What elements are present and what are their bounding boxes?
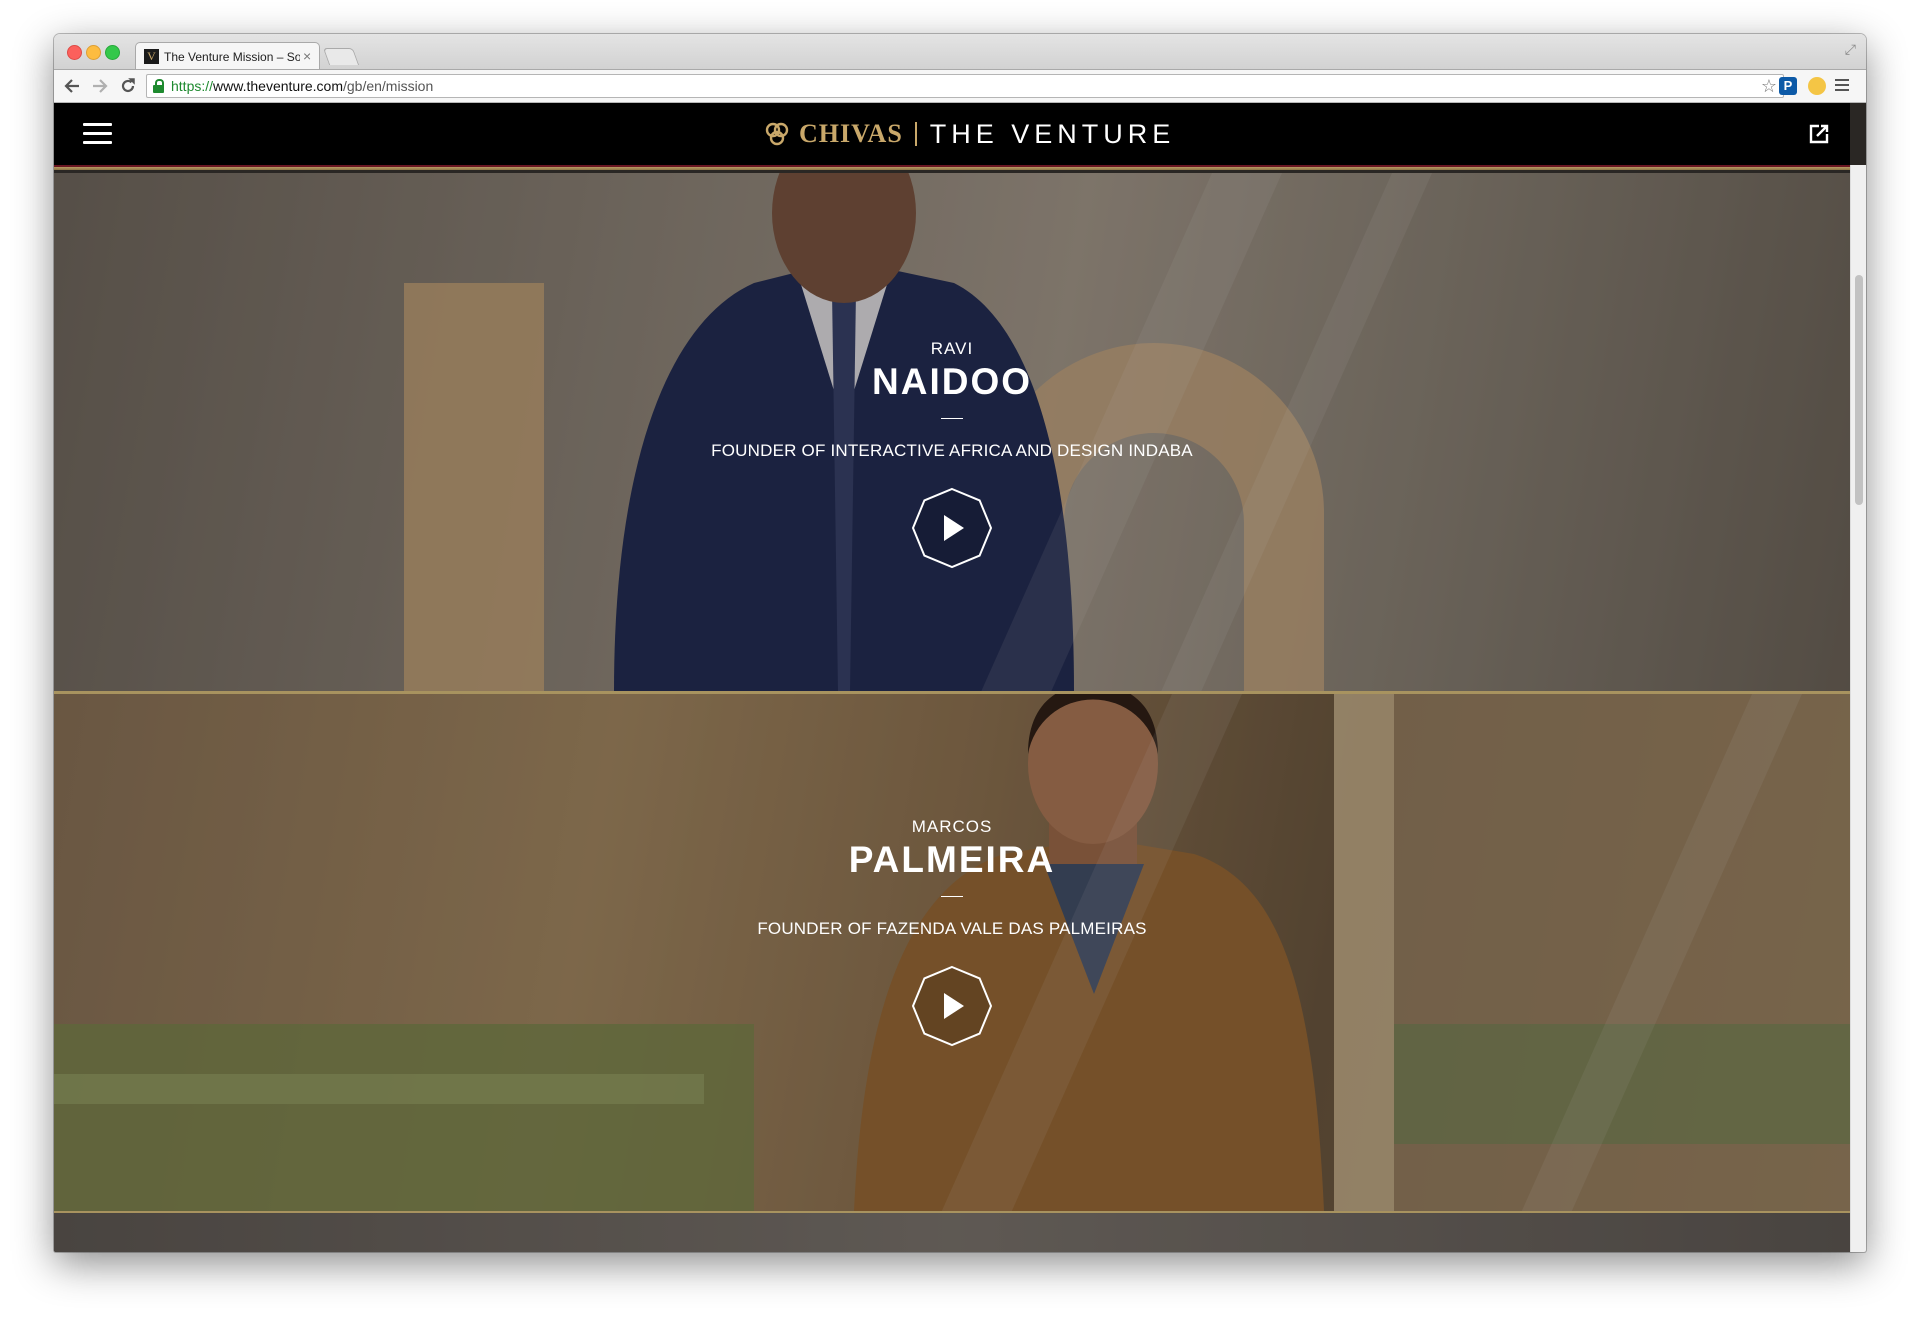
venture-favicon-icon: V [144,49,159,64]
play-video-button[interactable] [911,487,993,569]
arrow-left-icon [64,79,79,93]
back-button[interactable] [60,74,84,98]
founder-panel-palmeira[interactable]: MARCOS PALMEIRA FOUNDER OF FAZENDA VALE … [54,694,1850,1211]
scrollbar-thumb[interactable] [1855,275,1863,505]
arrow-right-icon [93,79,108,93]
founder-first-name: RAVI [930,339,974,358]
tab-title: The Venture Mission – Soc [164,50,300,64]
new-tab-button[interactable] [322,48,360,65]
url-scheme: https:// [171,78,214,94]
founder-first-name: MARCOS [911,817,993,836]
reload-icon [121,78,135,93]
panel-shade [54,1213,1850,1252]
extension-p-icon[interactable]: P [1779,77,1797,95]
reload-button[interactable] [116,74,140,98]
tab-close-icon[interactable]: × [303,47,311,65]
brand-venture: THE VENTURE [929,118,1176,149]
caption-divider [941,896,963,897]
scrollbar[interactable] [1850,165,1866,1252]
external-link-icon[interactable] [1808,123,1830,145]
brand-logo[interactable]: CHIVAS THE VENTURE [764,117,1175,151]
url-host: www.theventure.com [213,78,343,94]
address-bar[interactable]: https://www.theventure.com/gb/en/mission… [146,74,1784,98]
browser-window: V The Venture Mission – Soc × ⤢ https://… [54,34,1866,1252]
chivas-emblem-icon [765,122,789,146]
hamburger-menu-icon[interactable] [83,123,112,150]
url-path: /gb/en/mission [342,78,434,94]
founder-role: FOUNDER OF INTERACTIVE AFRICA AND DESIGN… [711,441,1193,460]
caption-divider [941,418,963,419]
founder-last-name: PALMEIRA [848,839,1056,880]
brand-chivas: CHIVAS [799,119,903,148]
zoom-window-button[interactable] [105,45,120,60]
forward-button[interactable] [88,74,112,98]
founder-caption: RAVI NAIDOO FOUNDER OF INTERACTIVE AFRIC… [54,339,1850,569]
url-text[interactable]: https://www.theventure.com/gb/en/mission [171,78,433,95]
extension-smiley-icon[interactable] [1808,77,1826,95]
browser-tab[interactable]: V The Venture Mission – Soc × [135,42,320,70]
founder-last-name: NAIDOO [872,361,1032,402]
play-video-button[interactable] [911,965,993,1047]
fullscreen-icon[interactable]: ⤢ [1845,41,1856,58]
founder-panel-next[interactable] [54,1213,1850,1252]
page-viewport: CHIVAS THE VENTURE RAVI NAIDOO FOUNDER O… [54,103,1866,1252]
browser-menu-icon[interactable] [1835,79,1849,94]
founder-caption: MARCOS PALMEIRA FOUNDER OF FAZENDA VALE … [54,817,1850,1047]
browser-toolbar: https://www.theventure.com/gb/en/mission… [54,69,1866,103]
founder-role: FOUNDER OF FAZENDA VALE DAS PALMEIRAS [757,919,1147,938]
bookmark-star-icon[interactable]: ☆ [1761,76,1777,96]
lock-icon [153,79,164,93]
minimize-window-button[interactable] [86,45,101,60]
brand-divider [914,122,917,146]
site-header: CHIVAS THE VENTURE [54,103,1850,170]
founder-panel-naidoo[interactable]: RAVI NAIDOO FOUNDER OF INTERACTIVE AFRIC… [54,173,1850,691]
tab-strip: V The Venture Mission – Soc × ⤢ [54,34,1866,70]
close-window-button[interactable] [67,45,82,60]
